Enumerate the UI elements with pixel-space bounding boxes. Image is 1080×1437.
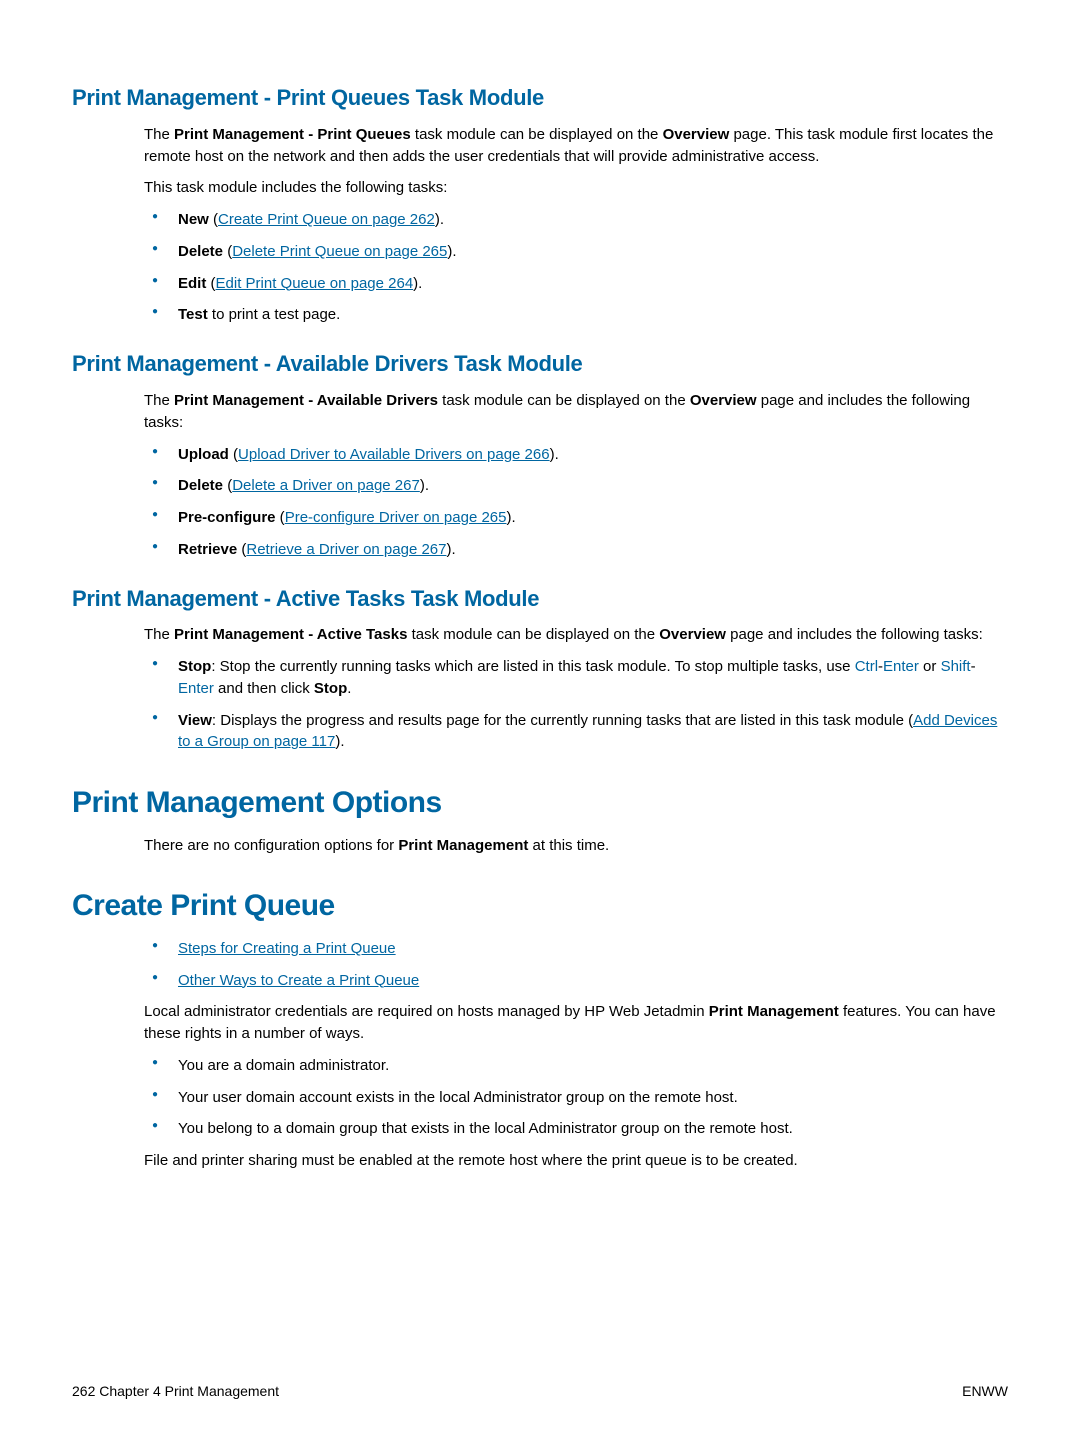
footer-right: ENWW <box>962 1381 1008 1401</box>
link-preconfigure-driver[interactable]: Pre-configure Driver on page 265 <box>285 509 507 526</box>
text-bold: Overview <box>663 126 730 143</box>
task-label: Pre-configure <box>178 509 276 526</box>
section-create-queue-body: Steps for Creating a Print Queue Other W… <box>144 938 1008 1172</box>
list-item: Edit (Edit Print Queue on page 264). <box>144 273 1008 295</box>
link-create-print-queue[interactable]: Create Print Queue on page 262 <box>218 211 435 228</box>
list-item: Other Ways to Create a Print Queue <box>144 970 1008 992</box>
text: Local administrator credentials are requ… <box>144 1003 709 1020</box>
text-bold: Overview <box>690 392 757 409</box>
link-upload-driver[interactable]: Upload Driver to Available Drivers on pa… <box>238 446 550 463</box>
text: to print a test page. <box>208 306 341 323</box>
text: - <box>971 658 976 675</box>
section-options-body: There are no configuration options for P… <box>144 835 1008 857</box>
task-label: View <box>178 712 212 729</box>
link-list: Steps for Creating a Print Queue Other W… <box>144 938 1008 992</box>
text: task module can be displayed on the <box>438 392 690 409</box>
keycap-ctrl: Ctrl <box>855 658 878 675</box>
list-item: Test to print a test page. <box>144 304 1008 326</box>
link-other-ways-create-queue[interactable]: Other Ways to Create a Print Queue <box>178 972 419 989</box>
paragraph: Local administrator credentials are requ… <box>144 1001 1008 1045</box>
text: : Stop the currently running tasks which… <box>211 658 854 675</box>
task-label: Retrieve <box>178 541 237 558</box>
text: The <box>144 626 174 643</box>
section-print-queues-body: The Print Management - Print Queues task… <box>144 124 1008 326</box>
text-bold: Print Management - Print Queues <box>174 126 411 143</box>
keycap-enter: Enter <box>883 658 919 675</box>
task-label: New <box>178 211 209 228</box>
paragraph: The Print Management - Active Tasks task… <box>144 624 1008 646</box>
list-item: Stop: Stop the currently running tasks w… <box>144 656 1008 700</box>
text: . <box>347 680 351 697</box>
text-bold: Stop <box>314 680 347 697</box>
list-item: Delete (Delete Print Queue on page 265). <box>144 241 1008 263</box>
text-bold: Print Management <box>398 837 528 854</box>
heading-print-management-options: Print Management Options <box>72 781 1008 825</box>
paragraph: The Print Management - Available Drivers… <box>144 390 1008 434</box>
list-item: Steps for Creating a Print Queue <box>144 938 1008 960</box>
task-list: Stop: Stop the currently running tasks w… <box>144 656 1008 753</box>
link-delete-print-queue[interactable]: Delete Print Queue on page 265 <box>232 243 447 260</box>
text: or <box>919 658 941 675</box>
footer-left: 262 Chapter 4 Print Management <box>72 1381 279 1401</box>
list-item: Upload (Upload Driver to Available Drive… <box>144 444 1008 466</box>
text-bold: Print Management - Active Tasks <box>174 626 407 643</box>
list-item: View: Displays the progress and results … <box>144 710 1008 754</box>
text: at this time. <box>528 837 609 854</box>
text: : Displays the progress and results page… <box>212 712 913 729</box>
heading-active-tasks: Print Management - Active Tasks Task Mod… <box>72 583 1008 615</box>
list-item: New (Create Print Queue on page 262). <box>144 209 1008 231</box>
text: task module can be displayed on the <box>411 126 663 143</box>
task-label: Delete <box>178 477 223 494</box>
link-steps-create-queue[interactable]: Steps for Creating a Print Queue <box>178 940 396 957</box>
text: The <box>144 392 174 409</box>
task-label: Edit <box>178 275 206 292</box>
text: ). <box>335 733 344 750</box>
list-item: Your user domain account exists in the l… <box>144 1087 1008 1109</box>
text: The <box>144 126 174 143</box>
list-item: You belong to a domain group that exists… <box>144 1118 1008 1140</box>
section-active-tasks-body: The Print Management - Active Tasks task… <box>144 624 1008 753</box>
task-label: Delete <box>178 243 223 260</box>
heading-print-queues: Print Management - Print Queues Task Mod… <box>72 82 1008 114</box>
list-item: Delete (Delete a Driver on page 267). <box>144 475 1008 497</box>
task-label: Upload <box>178 446 229 463</box>
paragraph: There are no configuration options for P… <box>144 835 1008 857</box>
text-bold: Print Management - Available Drivers <box>174 392 438 409</box>
section-available-drivers-body: The Print Management - Available Drivers… <box>144 390 1008 561</box>
list-item: Retrieve (Retrieve a Driver on page 267)… <box>144 539 1008 561</box>
paragraph: This task module includes the following … <box>144 177 1008 199</box>
link-retrieve-driver[interactable]: Retrieve a Driver on page 267 <box>246 541 446 558</box>
text-bold: Print Management <box>709 1003 839 1020</box>
task-list: New (Create Print Queue on page 262). De… <box>144 209 1008 326</box>
list-item: Pre-configure (Pre-configure Driver on p… <box>144 507 1008 529</box>
list-item: You are a domain administrator. <box>144 1055 1008 1077</box>
text: There are no configuration options for <box>144 837 398 854</box>
document-page: Print Management - Print Queues Task Mod… <box>0 0 1080 1437</box>
paragraph: File and printer sharing must be enabled… <box>144 1150 1008 1172</box>
link-delete-driver[interactable]: Delete a Driver on page 267 <box>232 477 420 494</box>
paragraph: The Print Management - Print Queues task… <box>144 124 1008 168</box>
heading-available-drivers: Print Management - Available Drivers Tas… <box>72 348 1008 380</box>
text: task module can be displayed on the <box>407 626 659 643</box>
keycap-shift: Shift <box>941 658 971 675</box>
heading-create-print-queue: Create Print Queue <box>72 884 1008 928</box>
link-edit-print-queue[interactable]: Edit Print Queue on page 264 <box>216 275 414 292</box>
text-bold: Overview <box>659 626 726 643</box>
text: page and includes the following tasks: <box>726 626 983 643</box>
page-footer: 262 Chapter 4 Print Management ENWW <box>72 1381 1008 1401</box>
task-label: Stop <box>178 658 211 675</box>
text: and then click <box>214 680 314 697</box>
task-label: Test <box>178 306 208 323</box>
task-list: Upload (Upload Driver to Available Drive… <box>144 444 1008 561</box>
ways-list: You are a domain administrator. Your use… <box>144 1055 1008 1140</box>
keycap-enter: Enter <box>178 680 214 697</box>
